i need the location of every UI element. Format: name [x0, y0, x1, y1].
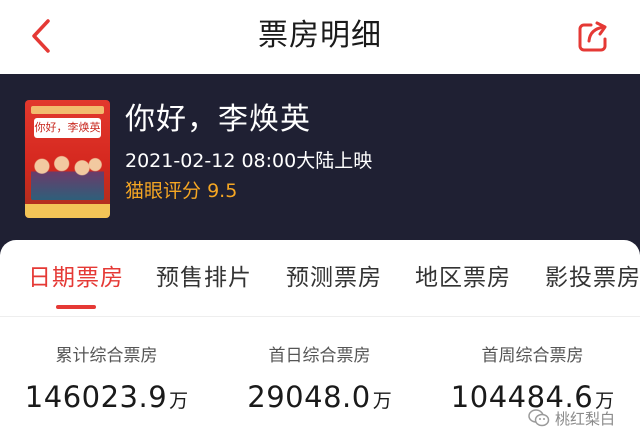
poster-title: 你好，李焕英	[34, 118, 101, 138]
tab-cinema-investment-box-office[interactable]: 影投票房	[545, 262, 640, 294]
stat-first-day-box-office: 首日综合票房 29048.0 万	[213, 344, 426, 421]
tab-forecast-box-office[interactable]: 预测票房	[286, 262, 382, 294]
stat-value: 29048.0	[247, 380, 371, 414]
wechat-official-icon	[528, 409, 550, 427]
stat-label: 累计综合票房	[55, 346, 158, 366]
active-tab-indicator	[56, 305, 96, 309]
tab-daily-box-office[interactable]: 日期票房	[28, 262, 124, 294]
top-nav-bar: 票房明细	[0, 0, 640, 74]
stat-unit: 万	[372, 390, 392, 412]
poster-base	[25, 204, 110, 218]
stat-value: 146023.9	[24, 380, 168, 414]
maoyan-rating: 猫眼评分 9.5	[125, 178, 237, 204]
stat-cumulative-box-office: 累计综合票房 146023.9 万	[0, 344, 213, 421]
movie-poster[interactable]: 你好，李焕英	[25, 100, 110, 218]
release-date: 2021-02-12 08:00大陆上映	[125, 150, 373, 172]
watermark-text: 桃红梨白	[555, 409, 616, 428]
poster-banner	[31, 106, 104, 114]
tab-region-box-office[interactable]: 地区票房	[415, 262, 511, 294]
rating-value: 9.5	[207, 180, 238, 202]
tab-presale-schedule[interactable]: 预售排片	[156, 262, 252, 294]
page-title: 票房明细	[258, 18, 382, 53]
rating-label: 猫眼评分	[125, 180, 202, 202]
watermark: 桃红梨白	[528, 403, 615, 433]
poster-figures	[31, 148, 104, 200]
stat-unit: 万	[169, 390, 189, 412]
share-icon[interactable]	[576, 20, 610, 54]
stat-label: 首日综合票房	[268, 346, 371, 366]
stat-label: 首周综合票房	[481, 346, 584, 366]
movie-title: 你好，李焕英	[125, 102, 311, 137]
tab-bar: 日期票房 预售排片 预测票房 地区票房 影投票房	[0, 240, 640, 316]
divider	[0, 316, 640, 317]
